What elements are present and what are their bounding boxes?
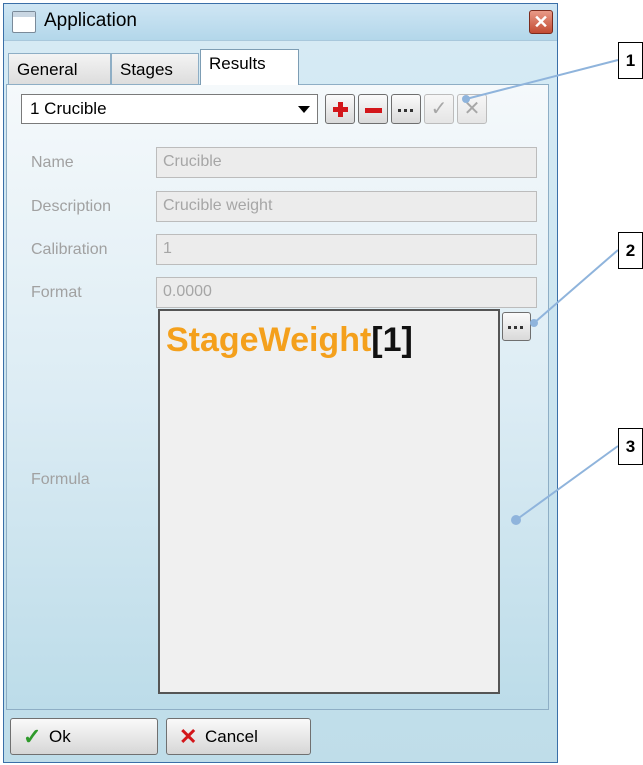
callout-dot-1 <box>462 95 470 103</box>
callout-line-1 <box>465 59 619 100</box>
callout-lines <box>462 59 619 525</box>
callout-line-2 <box>533 249 619 324</box>
callout-2: 2 <box>618 232 643 269</box>
callout-3: 3 <box>618 428 643 465</box>
callout-1: 1 <box>618 42 643 79</box>
callout-line-3 <box>515 445 619 521</box>
callout-dot-2 <box>530 319 538 327</box>
callout-dot-3 <box>511 515 521 525</box>
